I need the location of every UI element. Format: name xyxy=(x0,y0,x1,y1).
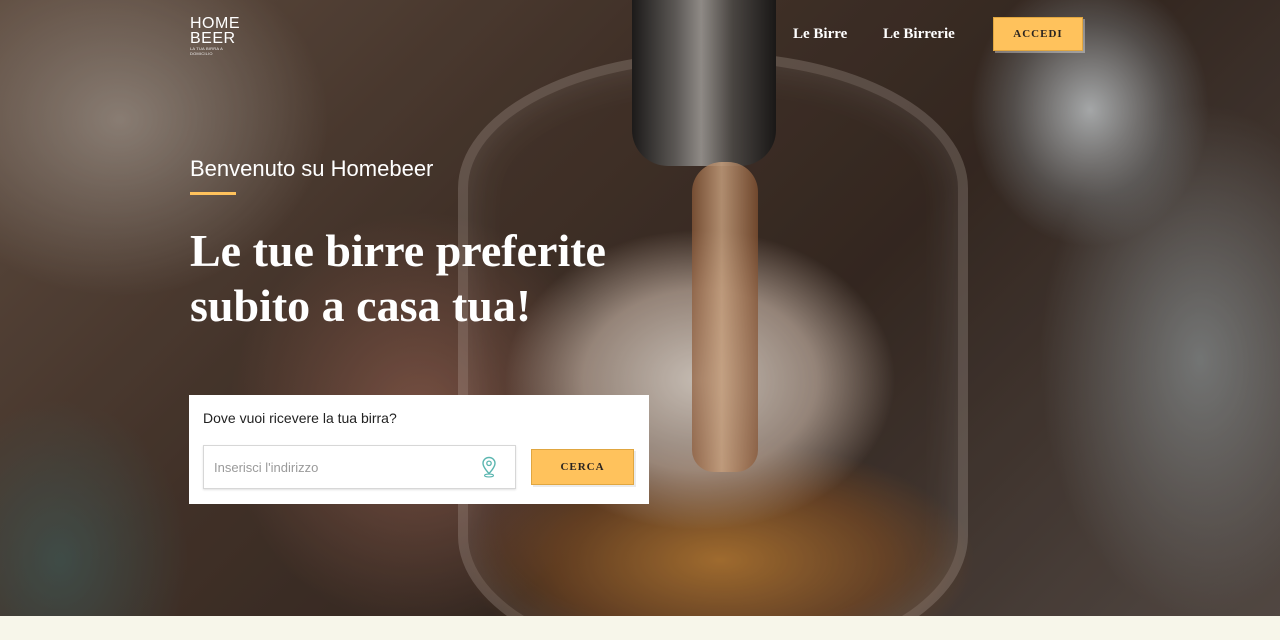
nav-link-le-birrerie[interactable]: Le Birrerie xyxy=(883,26,955,43)
beer-glass xyxy=(458,52,968,616)
welcome-text: Benvenuto su Homebeer xyxy=(190,156,434,181)
section-divider-strip xyxy=(0,616,1280,640)
address-search-card: Dove vuoi ricevere la tua birra? CERCA xyxy=(189,395,649,504)
headline-line-1: Le tue birre preferite xyxy=(190,225,606,276)
logo-text-home: HOME xyxy=(190,15,240,32)
homebeer-logo[interactable]: HOME BEER LA TUA BIRRA A DOMICILIO xyxy=(190,15,240,57)
headline-line-2: subito a casa tua! xyxy=(190,280,532,331)
login-button[interactable]: ACCEDI xyxy=(993,17,1083,51)
logo-text-beer: BEER xyxy=(190,30,236,47)
hero-headline: Le tue birre preferite subito a casa tua… xyxy=(190,223,710,333)
accent-divider xyxy=(190,192,236,195)
beer-tap xyxy=(632,0,776,166)
hero-content: Benvenuto su Homebeer Le tue birre prefe… xyxy=(190,156,710,333)
address-input[interactable] xyxy=(203,445,516,489)
search-button[interactable]: CERCA xyxy=(531,449,634,485)
search-label: Dove vuoi ricevere la tua birra? xyxy=(203,410,397,426)
map-pin-icon[interactable] xyxy=(481,456,497,478)
logo-tagline: LA TUA BIRRA A DOMICILIO xyxy=(190,46,223,56)
nav-link-le-birre[interactable]: Le Birre xyxy=(793,26,847,43)
